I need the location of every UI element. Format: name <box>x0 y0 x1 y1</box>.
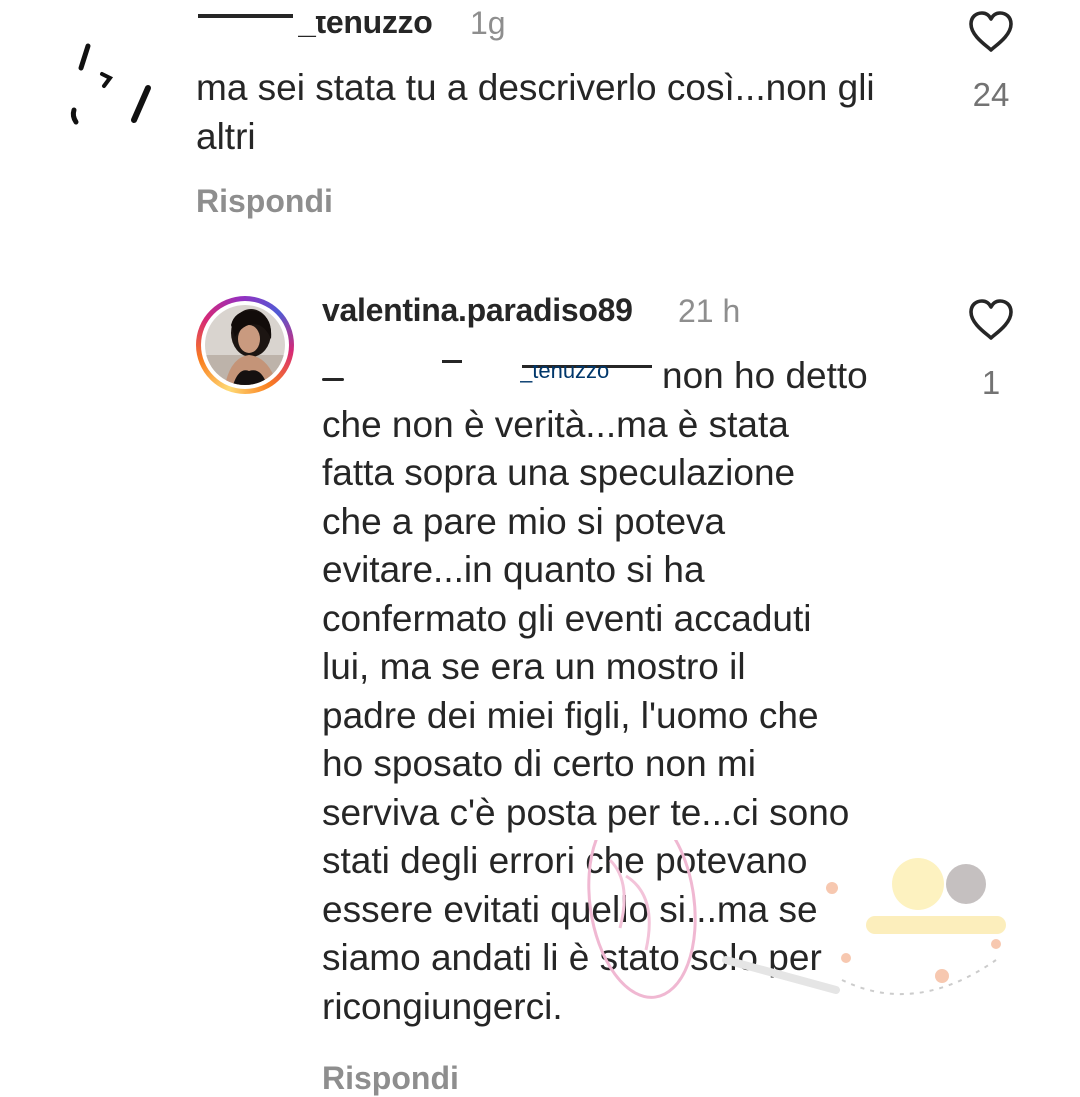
reply-button[interactable]: Rispondi <box>196 183 333 220</box>
reply-button[interactable]: Rispondi <box>322 1060 459 1097</box>
avatar-image <box>70 43 151 125</box>
like-count: 24 <box>972 76 1010 113</box>
heart-outline-icon[interactable] <box>967 10 1015 54</box>
avatar[interactable] <box>196 296 294 394</box>
comment-username[interactable]: _tenuzzo <box>298 16 433 41</box>
comment-item: _tenuzzo 1g ma sei stata tu a descriverl… <box>0 0 1080 230</box>
avatar-image <box>205 305 285 385</box>
comment-text: ma sei stata tu a descriverlo così...non… <box>196 67 885 157</box>
comment-item: valentina.paradiso89 21 h _tenuzzo non h… <box>0 290 1080 1096</box>
comment-time: 1g <box>470 5 506 41</box>
redaction-mark <box>198 14 293 18</box>
comment-username[interactable]: valentina.paradiso89 <box>322 292 633 329</box>
avatar[interactable] <box>68 40 156 128</box>
like-count: 1 <box>981 364 1001 401</box>
comment-time: 21 h <box>678 293 741 329</box>
comment-text: non ho detto che non è verità...ma è sta… <box>322 355 868 1027</box>
heart-outline-icon[interactable] <box>967 298 1015 342</box>
